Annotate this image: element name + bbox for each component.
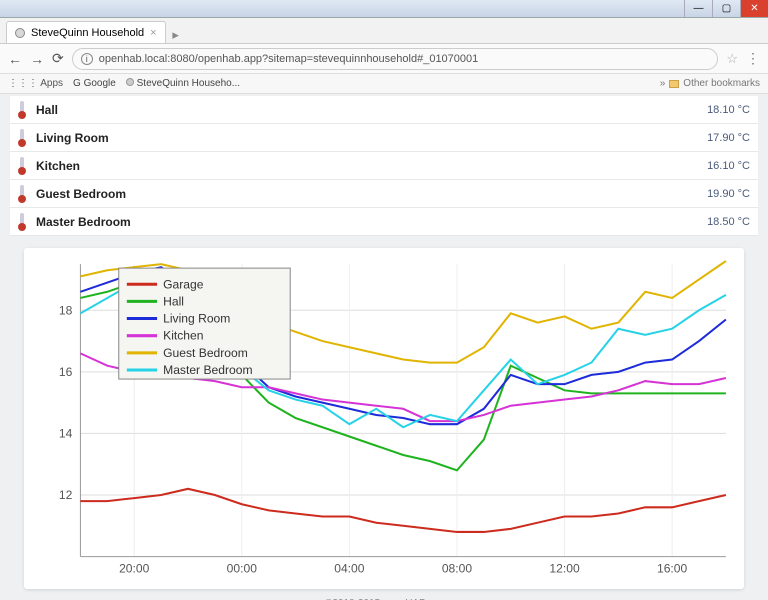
site-info-icon[interactable]: i [81, 53, 93, 65]
svg-text:18: 18 [59, 303, 73, 317]
sensor-row[interactable]: Guest Bedroom 19.90 °C [10, 180, 758, 208]
bookmark-item-google[interactable]: G Google [73, 78, 116, 89]
tab-title: SteveQuinn Household [31, 27, 144, 39]
svg-text:00:00: 00:00 [227, 562, 258, 576]
tab-strip: SteveQuinn Household × ▸ [0, 18, 768, 44]
window-titlebar: — ▢ ✕ [0, 0, 768, 18]
page-content: Hall 18.10 °C Living Room 17.90 °C Kitchen 16… [0, 94, 768, 600]
page-footer: ©2010-2015 openHAB.org [0, 595, 768, 600]
sensor-label: Hall [36, 103, 58, 117]
address-bar: ← → ⟳ i openhab.local:8080/openhab.app?s… [0, 44, 768, 74]
thermometer-icon [18, 157, 26, 175]
sensor-row[interactable]: Living Room 17.90 °C [10, 124, 758, 152]
favicon-icon [15, 28, 25, 38]
svg-text:20:00: 20:00 [119, 562, 150, 576]
sensor-row[interactable]: Hall 18.10 °C [10, 96, 758, 124]
back-button[interactable]: ← [8, 51, 22, 67]
thermometer-icon [18, 213, 26, 231]
folder-icon [669, 80, 679, 88]
window-minimize-button[interactable]: — [684, 0, 712, 17]
thermometer-icon [18, 129, 26, 147]
sensor-value: 18.50 °C [707, 216, 750, 228]
svg-text:14: 14 [59, 426, 73, 440]
sensor-row[interactable]: Kitchen 16.10 °C [10, 152, 758, 180]
apps-shortcut[interactable]: ⋮⋮⋮ Apps [8, 78, 63, 89]
new-tab-button[interactable]: ▸ [166, 27, 186, 43]
sensor-value: 19.90 °C [707, 188, 750, 200]
sensor-value: 17.90 °C [707, 132, 750, 144]
other-bookmarks[interactable]: Other bookmarks [683, 78, 760, 89]
sensor-label: Master Bedroom [36, 215, 131, 229]
svg-text:12: 12 [59, 488, 73, 502]
bookmark-item-openhab[interactable]: SteveQuinn Househo... [126, 78, 240, 89]
thermometer-icon [18, 185, 26, 203]
thermometer-icon [18, 101, 26, 119]
window-maximize-button[interactable]: ▢ [712, 0, 740, 17]
browser-menu-icon[interactable]: ⋮ [746, 50, 760, 67]
svg-text:Living Room: Living Room [163, 312, 230, 326]
temperature-chart: 12 14 16 18 20:00 00:00 04:00 08:00 12:00 16:00 Ga… [30, 254, 736, 587]
svg-text:Guest Bedroom: Guest Bedroom [163, 346, 248, 360]
forward-button[interactable]: → [30, 51, 44, 67]
url-text: openhab.local:8080/openhab.app?sitemap=s… [99, 53, 479, 65]
svg-text:Kitchen: Kitchen [163, 329, 203, 343]
browser-window: — ▢ ✕ SteveQuinn Household × ▸ ← → ⟳ i o… [0, 0, 768, 600]
sensor-label: Living Room [36, 131, 109, 145]
svg-text:04:00: 04:00 [334, 562, 365, 576]
browser-tab[interactable]: SteveQuinn Household × [6, 21, 166, 43]
svg-text:08:00: 08:00 [442, 562, 473, 576]
window-close-button[interactable]: ✕ [740, 0, 768, 17]
chart-card: 12 14 16 18 20:00 00:00 04:00 08:00 12:00 16:00 Ga… [24, 248, 744, 589]
sensor-value: 18.10 °C [707, 104, 750, 116]
sensor-value: 16.10 °C [707, 160, 750, 172]
url-field[interactable]: i openhab.local:8080/openhab.app?sitemap… [72, 48, 719, 70]
tab-close-icon[interactable]: × [150, 27, 156, 39]
reload-button[interactable]: ⟳ [52, 50, 64, 67]
sensor-label: Guest Bedroom [36, 187, 126, 201]
sensor-row[interactable]: Master Bedroom 18.50 °C [10, 208, 758, 236]
bookmarks-bar: ⋮⋮⋮ Apps G Google SteveQuinn Househo... … [0, 74, 768, 94]
bookmarks-overflow-chevron[interactable]: » [660, 78, 666, 89]
svg-text:Garage: Garage [163, 277, 204, 291]
svg-text:Hall: Hall [163, 294, 184, 308]
sensor-list: Hall 18.10 °C Living Room 17.90 °C Kitchen 16… [10, 96, 758, 236]
svg-text:16:00: 16:00 [657, 562, 688, 576]
bookmark-star-icon[interactable]: ☆ [726, 51, 738, 67]
svg-text:12:00: 12:00 [549, 562, 580, 576]
svg-text:Master Bedroom: Master Bedroom [163, 363, 252, 377]
sensor-label: Kitchen [36, 159, 80, 173]
svg-text:16: 16 [59, 365, 73, 379]
